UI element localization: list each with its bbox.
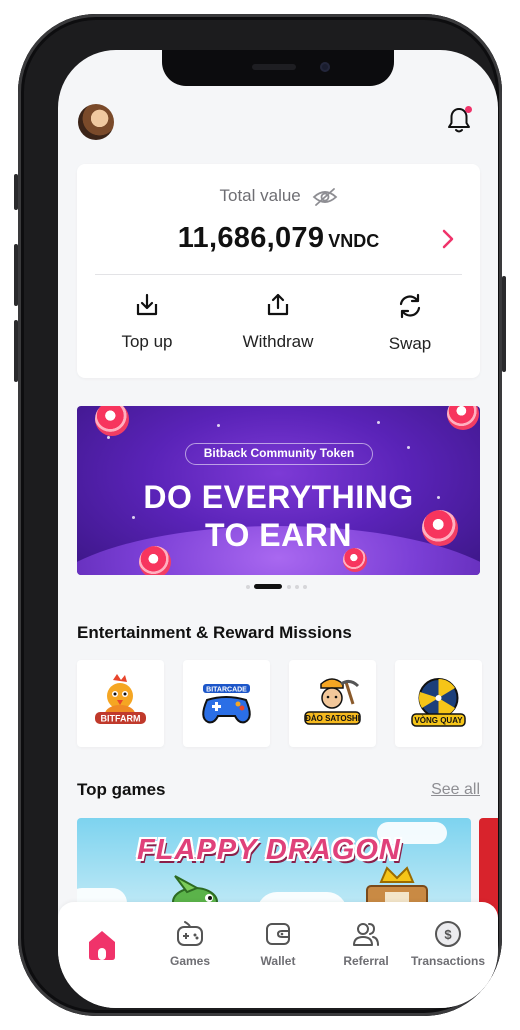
promo-banner[interactable]: Bitback Community Token DO EVERYTHING TO… xyxy=(77,406,480,575)
mission-card-dao-satoshi[interactable]: ĐÀO SATOSHI xyxy=(289,660,376,747)
dollar-coin-icon: $ xyxy=(435,921,461,947)
spin-wheel-logo: VÒNG QUAY xyxy=(411,678,466,727)
banner-headline-line2: TO EARN xyxy=(205,517,352,553)
app-screen: Total value 11,686,079 VNDC Top up Withd… xyxy=(58,50,498,1008)
star-decoration xyxy=(217,424,220,427)
see-all-link[interactable]: See all xyxy=(431,781,480,799)
svg-text:VÒNG QUAY: VÒNG QUAY xyxy=(414,716,463,725)
star-decoration xyxy=(377,421,380,424)
game-title: FLAPPY DRAGON xyxy=(137,834,401,866)
tab-wallet[interactable]: Wallet xyxy=(234,920,322,968)
svg-text:BITFARM: BITFARM xyxy=(101,714,141,724)
mute-switch xyxy=(14,174,18,210)
svg-text:$: $ xyxy=(444,927,452,942)
user-avatar[interactable] xyxy=(78,104,114,140)
upload-tray-icon xyxy=(267,293,289,316)
carousel-dot[interactable] xyxy=(287,585,291,589)
users-icon xyxy=(353,923,379,946)
coin-graphic xyxy=(447,406,479,430)
wallet-icon xyxy=(266,923,290,945)
power-button xyxy=(502,276,506,372)
mission-card-bitarcade[interactable]: BITARCADE xyxy=(183,660,270,747)
carousel-dot[interactable] xyxy=(303,585,307,589)
amount-value: 11,686,079 xyxy=(177,222,325,254)
star-decoration xyxy=(407,446,410,449)
top-games-title: Top games xyxy=(77,780,166,799)
notch xyxy=(162,50,394,86)
home-icon xyxy=(89,931,115,960)
chevron-right-icon[interactable] xyxy=(440,228,456,250)
banner-tag: Bitback Community Token xyxy=(185,443,373,465)
miner-logo: ĐÀO SATOSHI xyxy=(304,678,361,725)
carousel-dot-active[interactable] xyxy=(254,584,282,589)
swap-label: Swap xyxy=(388,334,432,353)
gamepad-icon xyxy=(177,921,203,946)
phone-frame: Total value 11,686,079 VNDC Top up Withd… xyxy=(14,14,506,1016)
swap-button[interactable]: Swap xyxy=(355,292,465,354)
tab-transactions[interactable]: $ Transactions xyxy=(404,920,492,968)
front-camera xyxy=(320,62,330,72)
volume-up-button xyxy=(14,244,18,306)
volume-down-button xyxy=(14,320,18,382)
coin-graphic xyxy=(95,406,129,436)
top-up-button[interactable]: Top up xyxy=(92,292,202,352)
tab-games-label: Games xyxy=(169,954,211,968)
carousel-dot[interactable] xyxy=(246,585,250,589)
download-tray-icon xyxy=(136,293,158,316)
tab-games[interactable]: Games xyxy=(146,920,234,968)
tab-transactions-label: Transactions xyxy=(410,954,486,968)
notification-badge xyxy=(465,106,472,113)
card-divider xyxy=(95,274,462,275)
amount-currency: VNDC xyxy=(328,231,380,251)
svg-text:BITARCADE: BITARCADE xyxy=(206,687,247,694)
tab-wallet-label: Wallet xyxy=(260,954,296,968)
tab-home[interactable] xyxy=(58,920,146,962)
banner-headline: DO EVERYTHING TO EARN xyxy=(77,478,480,554)
withdraw-button[interactable]: Withdraw xyxy=(223,292,333,352)
mission-card-bitfarm[interactable]: BITFARM xyxy=(77,660,164,747)
carousel-dot[interactable] xyxy=(295,585,299,589)
total-amount: 11,686,079 VNDC xyxy=(77,222,480,255)
gamepad-logo: BITARCADE xyxy=(202,684,251,724)
top-up-label: Top up xyxy=(121,332,173,351)
speaker xyxy=(252,64,296,70)
total-value-label: Total value xyxy=(219,186,301,205)
total-value-row: Total value xyxy=(77,186,480,207)
eye-off-icon[interactable] xyxy=(312,187,338,207)
missions-title: Entertainment & Reward Missions xyxy=(77,623,352,642)
svg-text:ĐÀO SATOSHI: ĐÀO SATOSHI xyxy=(305,714,360,723)
star-decoration xyxy=(107,436,110,439)
tab-referral[interactable]: Referral xyxy=(322,920,410,968)
withdraw-label: Withdraw xyxy=(242,332,314,351)
banner-headline-line1: DO EVERYTHING xyxy=(143,479,414,515)
rooster-logo: BITFARM xyxy=(95,674,146,724)
mission-card-vong-quay[interactable]: VÒNG QUAY xyxy=(395,660,482,747)
swap-arrows-icon xyxy=(399,293,421,319)
tab-referral-label: Referral xyxy=(343,954,389,968)
wallet-summary-card: Total value 11,686,079 VNDC Top up Withd… xyxy=(77,164,480,378)
bottom-tab-bar: Games Wallet Referral $ Transactions xyxy=(58,902,498,1008)
